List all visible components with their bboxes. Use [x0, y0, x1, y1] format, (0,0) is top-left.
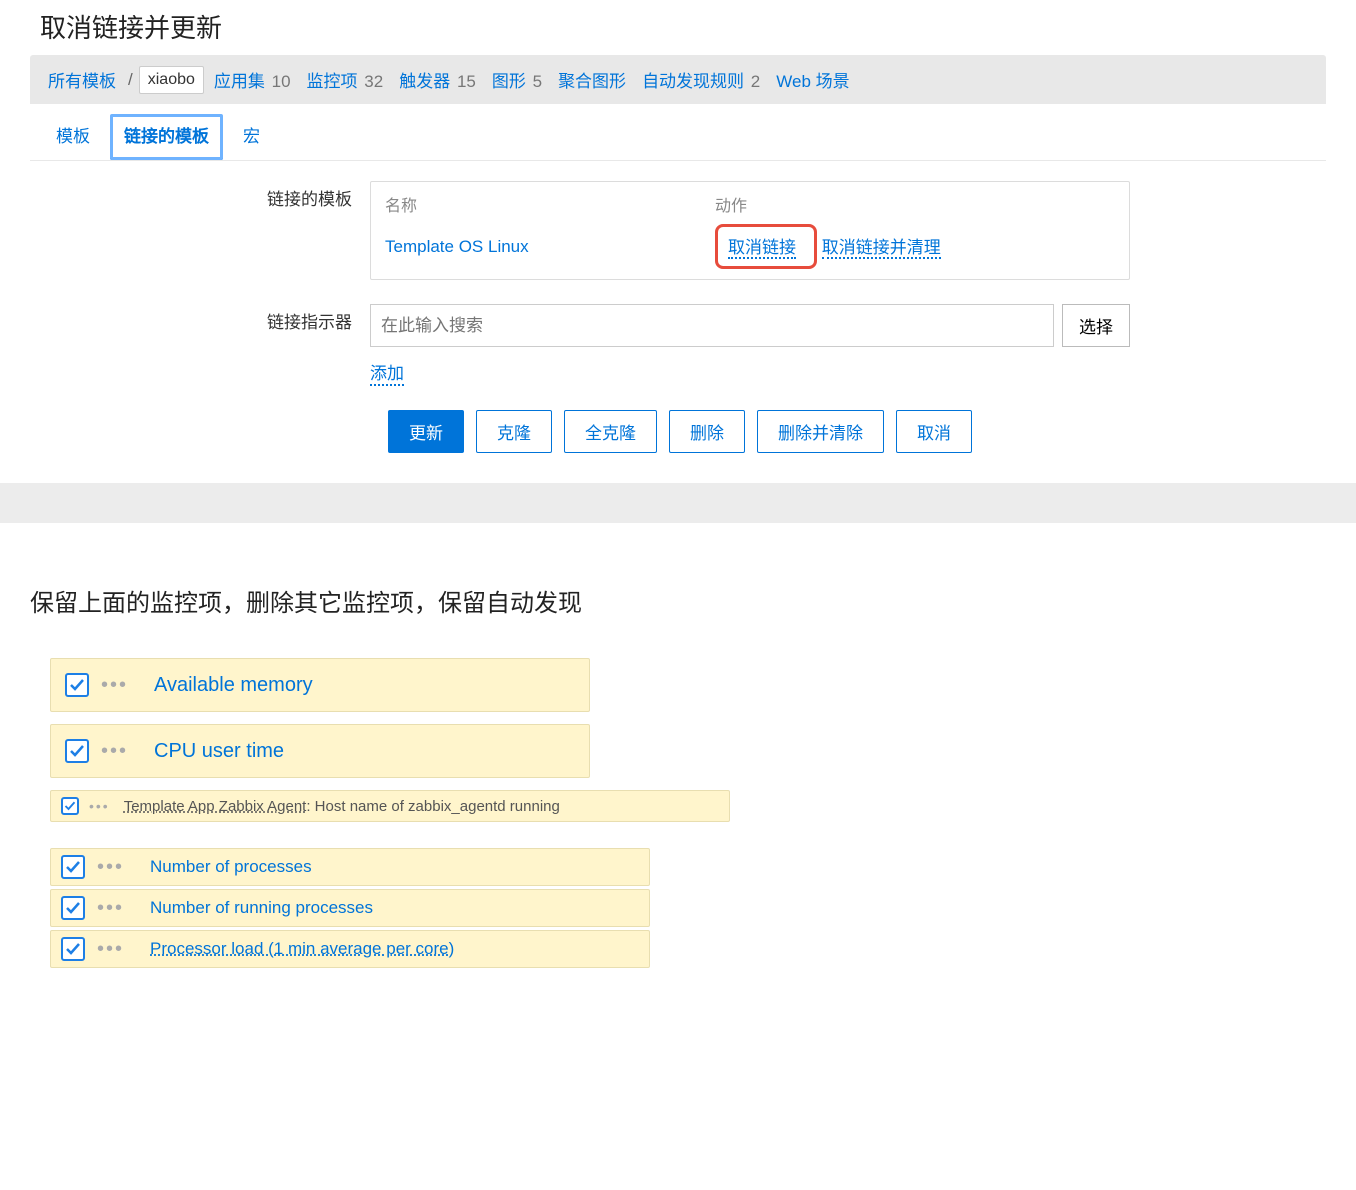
- label-link-indicator: 链接指示器: [30, 304, 370, 333]
- label-linked-templates: 链接的模板: [30, 181, 370, 210]
- breadcrumb-sep: /: [128, 70, 133, 90]
- link-indicator-search[interactable]: [370, 304, 1054, 347]
- dots-icon[interactable]: •••: [97, 897, 124, 920]
- check-icon: [64, 800, 76, 812]
- tab-macros[interactable]: 宏: [229, 114, 274, 160]
- add-link[interactable]: 添加: [370, 359, 404, 386]
- nav-triggers[interactable]: 触发器 15: [393, 63, 482, 96]
- clone-button[interactable]: 克隆: [476, 410, 552, 453]
- item-row-num-running-processes: ••• Number of running processes: [50, 889, 650, 927]
- th-name: 名称: [385, 192, 715, 216]
- tab-linked-templates[interactable]: 链接的模板: [110, 114, 223, 160]
- full-clone-button[interactable]: 全克隆: [564, 410, 657, 453]
- nav-screens[interactable]: 聚合图形: [552, 63, 632, 96]
- tab-template[interactable]: 模板: [42, 114, 104, 160]
- item-row-available-memory: ••• Available memory: [50, 658, 590, 712]
- nav-web[interactable]: Web 场景: [770, 63, 855, 96]
- check-icon: [65, 941, 81, 957]
- dots-icon[interactable]: •••: [101, 740, 128, 763]
- check-icon: [69, 743, 85, 759]
- check-icon: [65, 859, 81, 875]
- checkbox[interactable]: [61, 937, 85, 961]
- gray-divider: [0, 483, 1356, 523]
- delete-button[interactable]: 删除: [669, 410, 745, 453]
- item-link[interactable]: Processor load (1 min average per core): [150, 939, 454, 959]
- checkbox[interactable]: [61, 797, 79, 815]
- select-button[interactable]: 选择: [1062, 304, 1130, 347]
- tabbar: 模板 链接的模板 宏: [30, 104, 1326, 161]
- delete-clear-button[interactable]: 删除并清除: [757, 410, 884, 453]
- item-row-cpu-user-time: ••• CPU user time: [50, 724, 590, 778]
- nav-all-templates[interactable]: 所有模板: [42, 63, 122, 96]
- cancel-button[interactable]: 取消: [896, 410, 972, 453]
- dots-icon[interactable]: •••: [89, 798, 110, 814]
- dots-icon[interactable]: •••: [97, 856, 124, 879]
- linked-templates-table: 名称 动作 Template OS Linux 取消链接 取消链接并清理: [370, 181, 1130, 280]
- page-title-1: 取消链接并更新: [40, 8, 1326, 45]
- page-title-2: 保留上面的监控项，删除其它监控项，保留自动发现: [30, 583, 1326, 618]
- nav-graphs[interactable]: 图形 5: [486, 63, 548, 96]
- template-ref-link[interactable]: Template App Zabbix Agent: [124, 798, 307, 815]
- item-row-hostname: ••• Template App Zabbix Agent: Host name…: [50, 790, 730, 822]
- dots-icon[interactable]: •••: [101, 674, 128, 697]
- item-link[interactable]: Available memory: [154, 674, 313, 697]
- update-button[interactable]: 更新: [388, 410, 464, 453]
- nav-discovery[interactable]: 自动发现规则 2: [636, 63, 766, 96]
- template-subnav: 所有模板 / xiaobo 应用集 10 监控项 32 触发器 15 图形 5 …: [30, 55, 1326, 104]
- checkbox[interactable]: [65, 739, 89, 763]
- unlink-link[interactable]: 取消链接: [728, 238, 796, 259]
- checkbox[interactable]: [65, 673, 89, 697]
- item-link[interactable]: CPU user time: [154, 740, 284, 763]
- item-row-num-processes: ••• Number of processes: [50, 848, 650, 886]
- checkbox[interactable]: [61, 855, 85, 879]
- th-action: 动作: [715, 192, 747, 216]
- nav-items[interactable]: 监控项 32: [301, 63, 390, 96]
- nav-appsets[interactable]: 应用集 10: [208, 63, 297, 96]
- check-icon: [65, 900, 81, 916]
- item-row-processor-load: ••• Processor load (1 min average per co…: [50, 930, 650, 968]
- unlink-clear-link[interactable]: 取消链接并清理: [822, 238, 941, 259]
- item-text: Template App Zabbix Agent: Host name of …: [124, 798, 560, 815]
- highlight-unlink: 取消链接: [715, 224, 817, 269]
- dots-icon[interactable]: •••: [97, 938, 124, 961]
- linked-template-link[interactable]: Template OS Linux: [385, 237, 529, 256]
- item-link[interactable]: Number of running processes: [150, 898, 373, 918]
- nav-current-template[interactable]: xiaobo: [139, 66, 204, 94]
- item-link[interactable]: Number of processes: [150, 857, 312, 877]
- checkbox[interactable]: [61, 896, 85, 920]
- check-icon: [69, 677, 85, 693]
